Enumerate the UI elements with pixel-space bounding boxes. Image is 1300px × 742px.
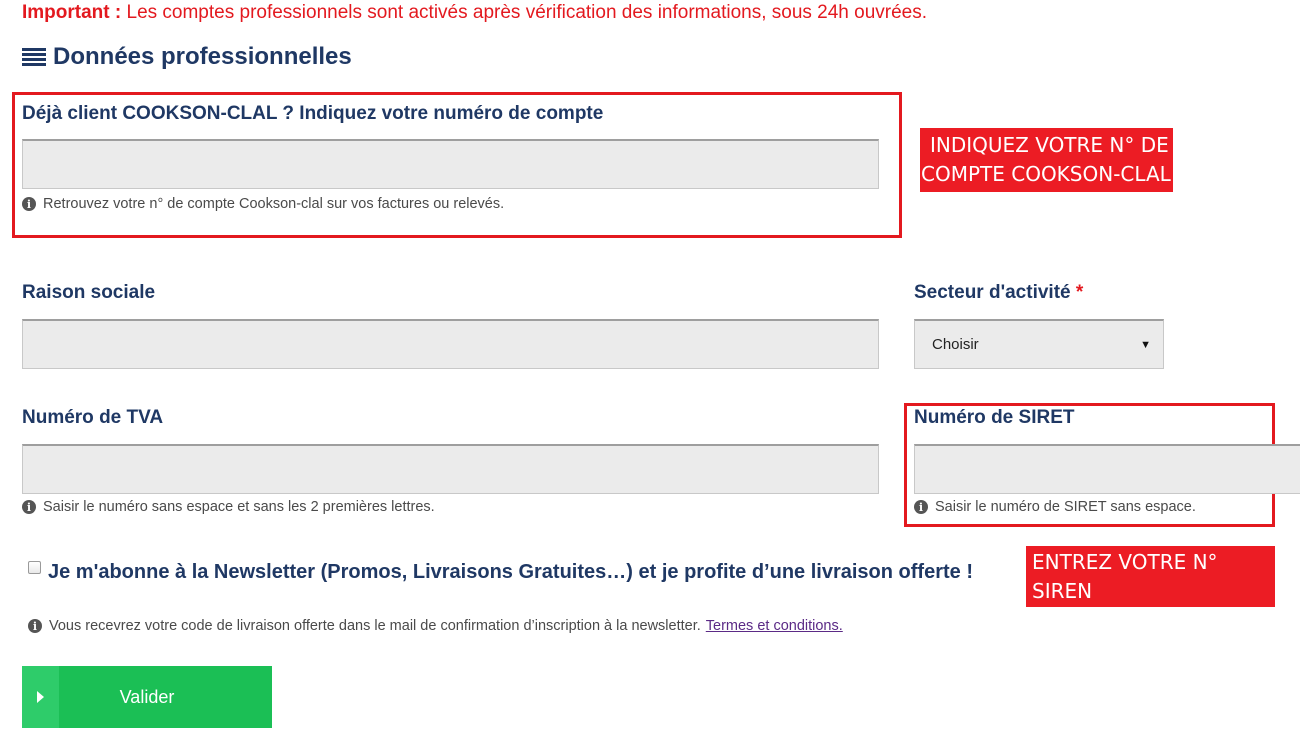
important-notice: Important : Les comptes professionnels s… (22, 2, 927, 24)
sector-label: Secteur d'activité * (914, 282, 1083, 304)
newsletter-hint: i Vous recevrez votre code de livraison … (28, 618, 843, 634)
section-title-text: Données professionnelles (53, 43, 352, 70)
terms-link[interactable]: Termes et conditions. (706, 618, 843, 634)
siren-callout-line2: DANS CE CHAMP (1027, 608, 1195, 632)
siret-number-hint: i Saisir le numéro de SIRET sans espace. (914, 499, 1196, 515)
info-icon: i (22, 197, 36, 211)
caret-down-icon: ▼ (1140, 338, 1151, 351)
account-number-hint-text: Retrouvez votre n° de compte Cookson-cla… (43, 196, 505, 212)
required-mark: * (1075, 282, 1084, 303)
play-arrow-icon (22, 666, 59, 728)
list-icon (22, 48, 46, 66)
info-icon: i (914, 500, 928, 514)
newsletter-hint-text: Vous recevrez votre code de livraison of… (49, 618, 701, 634)
vat-number-label: Numéro de TVA (22, 407, 164, 428)
siret-number-hint-text: Saisir le numéro de SIRET sans espace. (935, 499, 1196, 515)
submit-button[interactable]: Valider (22, 666, 272, 728)
siret-number-label: Numéro de SIRET (914, 407, 1075, 428)
vat-number-hint: i Saisir le numéro sans espace et sans l… (22, 499, 435, 515)
section-title: Données professionnelles (22, 43, 352, 71)
account-number-input[interactable] (22, 139, 879, 189)
notice-text: Les comptes professionnels sont activés … (126, 2, 928, 23)
sector-label-text: Secteur d'activité (914, 282, 1071, 303)
sector-select[interactable]: Choisir ▼ (914, 319, 1164, 369)
account-callout: INDIQUEZ VOTRE N° DE COMPTE COOKSON-CLAL (920, 128, 1173, 192)
newsletter-label[interactable]: Je m'abonne à la Newsletter (Promos, Liv… (48, 561, 973, 584)
vat-number-hint-text: Saisir le numéro sans espace et sans les… (43, 499, 435, 515)
siret-number-input[interactable] (914, 444, 1300, 494)
info-icon: i (22, 500, 36, 514)
newsletter-checkbox[interactable] (28, 561, 41, 574)
info-icon: i (28, 619, 42, 633)
notice-strong: Important : (22, 2, 122, 23)
account-number-label: Déjà client COOKSON-CLAL ? Indiquez votr… (22, 103, 604, 124)
siren-callout-line1: ENTREZ VOTRE N° SIREN (1032, 550, 1218, 603)
account-number-hint: i Retrouvez votre n° de compte Cookson-c… (22, 196, 504, 212)
account-callout-line1: INDIQUEZ VOTRE N° DE (930, 133, 1169, 157)
submit-button-label: Valider (119, 686, 175, 707)
siren-callout: ENTREZ VOTRE N° SIREN DANS CE CHAMP (1026, 546, 1275, 632)
account-callout-line2: COMPTE COOKSON-CLAL (921, 162, 1171, 186)
sector-select-value: Choisir (932, 336, 979, 353)
company-name-label: Raison sociale (22, 282, 156, 303)
company-name-input[interactable] (22, 319, 879, 369)
vat-number-input[interactable] (22, 444, 879, 494)
